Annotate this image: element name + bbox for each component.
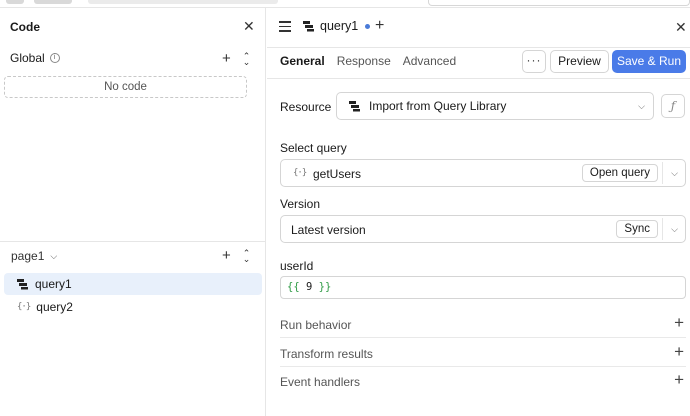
version-field[interactable]: Latest version Sync ⌵	[280, 215, 686, 243]
info-icon[interactable]: i	[49, 53, 60, 63]
version-value: Latest version	[291, 223, 366, 237]
open-query-button[interactable]: Open query	[581, 164, 658, 182]
expand-plus-icon[interactable]: +	[674, 343, 684, 360]
toolbar-fragment	[34, 0, 72, 4]
braces-icon: {·}	[17, 302, 31, 312]
chevron-down-icon: ⌵	[638, 101, 645, 111]
close-icon[interactable]: ✕	[675, 20, 687, 34]
top-app-bar-fragment	[0, 0, 690, 8]
version-label: Version	[280, 197, 321, 211]
sync-button[interactable]: Sync	[616, 220, 658, 238]
expand-plus-icon[interactable]: +	[674, 371, 684, 388]
editor-subtabs: General Response Advanced	[280, 54, 456, 68]
expand-collapse-icon[interactable]: ⌃ ⌄	[243, 52, 251, 67]
tab-general[interactable]: General	[280, 54, 325, 68]
template-value: 9	[305, 281, 313, 293]
page-actions: + ⌃ ⌄	[222, 248, 251, 264]
expand-plus-icon[interactable]: +	[674, 314, 684, 331]
braces-icon: {·}	[293, 168, 307, 178]
tab-query1[interactable]: query1	[303, 19, 371, 33]
page-selector[interactable]: page1 ⌵	[11, 249, 57, 263]
global-actions: + ⌃ ⌄	[222, 51, 251, 67]
query-list-item-query2[interactable]: {·} query2	[4, 296, 262, 318]
editor-tab-bar: query1 + ✕	[267, 8, 690, 48]
tab-response[interactable]: Response	[337, 54, 391, 68]
section-title: Event handlers	[280, 375, 361, 389]
code-panel-title: Code	[10, 20, 40, 34]
top-search-input-fragment[interactable]	[428, 0, 690, 6]
fx-toggle-button[interactable]: ƒ	[661, 94, 685, 118]
query-item-label: query1	[35, 277, 72, 291]
chevron-down-icon[interactable]: ⌵	[671, 168, 678, 179]
section-title: Transform results	[280, 347, 373, 361]
divider	[267, 78, 690, 79]
chevron-down-icon: ⌵	[50, 250, 58, 261]
code-panel: Code ✕ Global i + ⌃ ⌄ No code page1 ⌵ + ⌃…	[0, 8, 266, 416]
toolbar-fragment	[6, 0, 24, 4]
template-open-brace: {{	[287, 281, 300, 293]
no-code-placeholder: No code	[4, 76, 247, 98]
tab-advanced[interactable]: Advanced	[403, 54, 456, 68]
query-library-icon	[17, 278, 29, 290]
resource-value: Import from Query Library	[369, 99, 507, 113]
save-and-run-button[interactable]: Save & Run	[612, 50, 686, 73]
userid-code-input[interactable]: {{ 9 }}	[280, 276, 686, 299]
query-library-icon	[303, 20, 315, 32]
toolbar-fragment	[88, 0, 278, 4]
query-item-label: query2	[36, 300, 73, 314]
query-list-item-query1[interactable]: query1	[4, 273, 262, 295]
select-query-field[interactable]: {·} getUsers Open query ⌵	[280, 159, 686, 187]
select-query-value: getUsers	[313, 167, 362, 181]
chevron-down-icon[interactable]: ⌵	[671, 224, 678, 235]
close-icon[interactable]: ✕	[243, 19, 255, 33]
divider	[0, 241, 266, 242]
divider	[662, 218, 663, 240]
template-close-brace: }}	[318, 281, 332, 293]
query-library-icon	[349, 100, 361, 112]
expand-collapse-icon[interactable]: ⌃ ⌄	[243, 249, 251, 264]
menu-icon[interactable]	[279, 21, 291, 32]
page-label: page1	[11, 249, 45, 263]
tab-label: query1	[320, 19, 359, 33]
transform-results-section[interactable]: Transform results +	[280, 339, 686, 367]
event-handlers-section[interactable]: Event handlers +	[280, 367, 686, 395]
select-query-label: Select query	[280, 141, 347, 155]
preview-button[interactable]: Preview	[550, 50, 609, 73]
unsaved-indicator	[365, 23, 371, 29]
query-editor-panel: query1 + ✕ General Response Advanced ···…	[267, 8, 690, 416]
resource-label: Resource	[280, 100, 332, 114]
userid-label: userId	[280, 259, 314, 273]
divider	[662, 162, 663, 184]
new-tab-button[interactable]: +	[375, 18, 384, 34]
run-behavior-section[interactable]: Run behavior +	[280, 310, 686, 338]
more-options-button[interactable]: ···	[522, 50, 546, 73]
add-global-button[interactable]: +	[222, 51, 231, 66]
resource-select[interactable]: Import from Query Library ⌵	[336, 92, 654, 120]
global-label: Global	[10, 51, 45, 65]
global-section-header: Global i	[10, 51, 60, 65]
add-query-button[interactable]: +	[222, 248, 231, 263]
section-title: Run behavior	[280, 318, 352, 332]
